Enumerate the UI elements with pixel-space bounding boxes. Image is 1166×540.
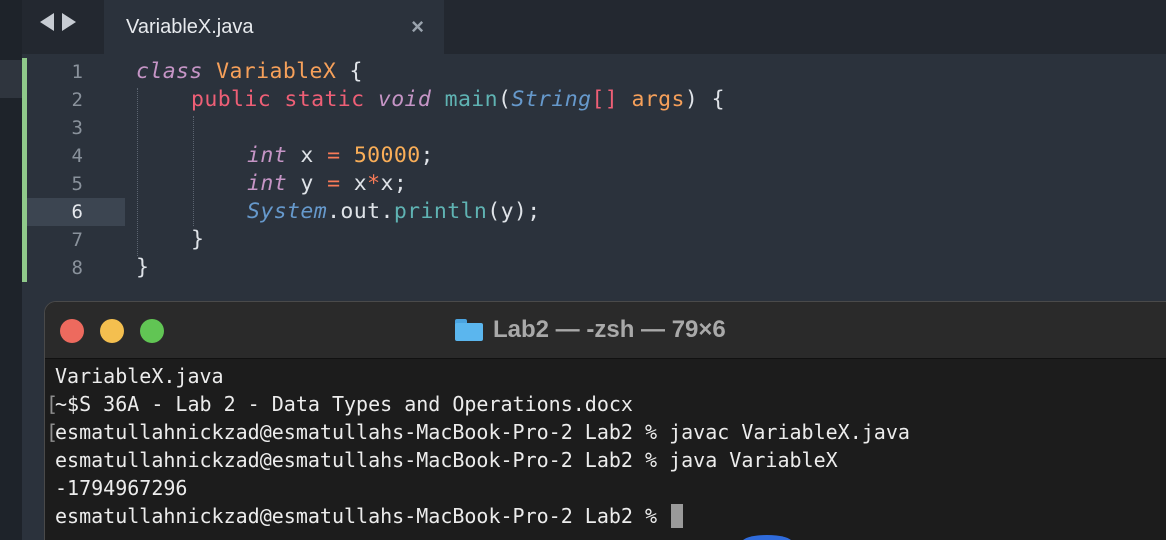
minimize-window-button[interactable]: [100, 319, 124, 343]
code-line-7: }: [191, 227, 205, 252]
indent-guide: [137, 88, 138, 256]
terminal-title: Lab2 — -zsh — 79×6: [455, 315, 726, 345]
code-line-5: int y = x*x;: [247, 171, 408, 196]
code-line-6: System.out.println(y);: [247, 199, 541, 224]
terminal-window[interactable]: Lab2 — -zsh — 79×6 VariableX.java [~$S 3…: [44, 301, 1166, 540]
terminal-output[interactable]: VariableX.java [~$S 36A - Lab 2 - Data T…: [46, 362, 1166, 530]
zoom-window-button[interactable]: [140, 319, 164, 343]
code-line-2: public static void main(String[] args) {: [191, 87, 725, 112]
left-strip: [0, 0, 22, 540]
line-number-active: 6: [71, 201, 83, 223]
line-number-gutter: 1 2 3 4 5 6 7 8: [22, 54, 125, 300]
terminal-line: VariableX.java: [55, 364, 224, 388]
tab-bar: VariableX.java ×: [22, 0, 1166, 54]
left-strip-selection: [0, 60, 22, 98]
terminal-line: -1794967296: [55, 476, 188, 500]
terminal-cursor: [671, 504, 684, 528]
terminal-line: esmatullahnickzad@esmatullahs-MacBook-Pr…: [55, 448, 838, 472]
line-number: 8: [71, 257, 83, 279]
terminal-line: [esmatullahnickzad@esmatullahs-MacBook-P…: [46, 420, 910, 444]
terminal-titlebar[interactable]: Lab2 — -zsh — 79×6: [45, 302, 1166, 359]
close-window-button[interactable]: [60, 319, 84, 343]
line-number: 4: [71, 145, 83, 167]
tab-variablex-java[interactable]: VariableX.java ×: [104, 0, 444, 54]
screen: VariableX.java × 1 2 3 4 5 6 7 8 class V…: [0, 0, 1166, 540]
code-editor[interactable]: class VariableX { public static void mai…: [136, 58, 1136, 298]
line-number: 7: [71, 229, 83, 251]
nav-arrows: [40, 10, 76, 34]
close-icon[interactable]: ×: [411, 14, 424, 40]
line-number: 3: [71, 117, 83, 139]
line-number: 2: [71, 89, 83, 111]
line-number: 1: [71, 61, 83, 83]
back-arrow-icon[interactable]: [40, 13, 54, 31]
indent-guide: [193, 116, 194, 226]
line-number: 5: [71, 173, 83, 195]
forward-arrow-icon[interactable]: [62, 13, 76, 31]
code-line-1: class VariableX {: [136, 59, 363, 84]
folder-icon: [455, 319, 483, 341]
terminal-prompt-line[interactable]: esmatullahnickzad@esmatullahs-MacBook-Pr…: [55, 502, 1166, 530]
tab-title: VariableX.java: [126, 15, 254, 38]
terminal-title-text: Lab2 — -zsh — 79×6: [493, 316, 726, 343]
code-line-8: }: [136, 255, 150, 280]
terminal-line: [~$S 36A - Lab 2 - Data Types and Operat…: [46, 392, 633, 416]
code-line-4: int x = 50000;: [247, 143, 434, 168]
